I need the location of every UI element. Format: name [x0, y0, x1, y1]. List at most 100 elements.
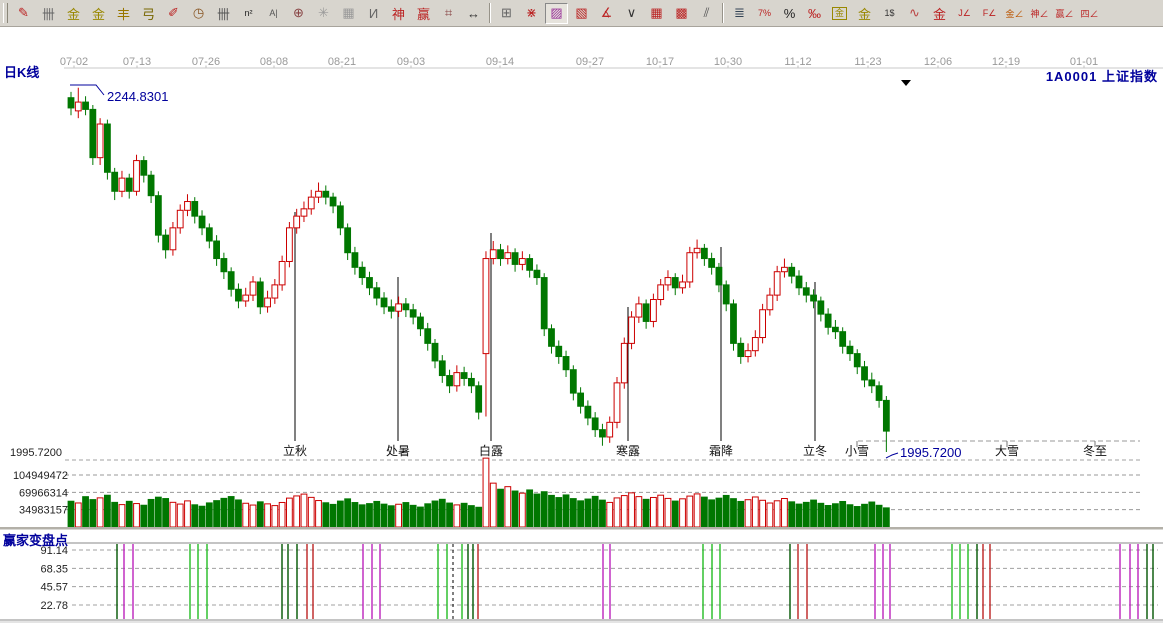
- candle-body: [483, 259, 489, 354]
- volume-bar: [716, 498, 722, 527]
- box-tool-icon[interactable]: ⊞: [495, 3, 518, 24]
- si-angle-icon[interactable]: 四∠: [1078, 3, 1101, 24]
- candle-body: [701, 248, 707, 258]
- candle-body: [447, 376, 453, 386]
- n-square-icon[interactable]: n²: [237, 3, 260, 24]
- candle-body: [672, 278, 678, 288]
- gold-underline-icon[interactable]: 金: [928, 3, 951, 24]
- volume-bar: [782, 499, 788, 527]
- volume-bar: [206, 503, 212, 527]
- mark-pen-icon[interactable]: ✐: [162, 3, 185, 24]
- candle-body: [541, 278, 547, 329]
- volume-bar: [337, 501, 343, 527]
- ying-icon[interactable]: 赢: [412, 3, 435, 24]
- grid-box-gray-icon[interactable]: ▦: [337, 3, 360, 24]
- bottom-axis-label: 22.78: [40, 600, 68, 612]
- volume-axis-label: 34983157: [19, 505, 68, 517]
- percent-icon[interactable]: %: [778, 3, 801, 24]
- fence-icon[interactable]: 丰: [112, 3, 135, 24]
- red-grid2-icon[interactable]: ▩: [670, 3, 693, 24]
- shen-icon[interactable]: 神: [387, 3, 410, 24]
- diagonal-lines-icon[interactable]: ⫽: [695, 3, 718, 24]
- candle-body: [388, 307, 394, 311]
- volume-bar: [454, 505, 460, 527]
- ying-angle-icon[interactable]: 赢∠: [1053, 3, 1076, 24]
- app-window: 日▾∿▤▂▄3▂▄9❘▾级⚑▌◀▶▐◀▶◈◈◈◈◈◈✥+⚲❀❃21▦▤▣◉⊟ ✎…: [0, 0, 1163, 624]
- volume-bar: [498, 489, 504, 527]
- vee-wave-icon[interactable]: ∨: [620, 3, 643, 24]
- volume-bar: [840, 501, 846, 527]
- ruler-123-icon[interactable]: ⌗: [437, 3, 460, 24]
- volume-bar: [854, 507, 860, 527]
- candle-body: [279, 261, 285, 284]
- letter-line-icon[interactable]: A|: [262, 3, 285, 24]
- candle-body: [301, 209, 307, 216]
- shen-angle-icon[interactable]: 神∠: [1028, 3, 1051, 24]
- fan-rays-icon[interactable]: ⋇: [520, 3, 543, 24]
- candle-body: [592, 418, 598, 430]
- volume-bar: [680, 499, 686, 527]
- candle-body: [883, 400, 889, 431]
- candle-body: [505, 253, 511, 259]
- symbol-code: 1A0001: [1046, 69, 1098, 84]
- levels-icon[interactable]: ≣: [728, 3, 751, 24]
- volume-bar: [323, 503, 329, 527]
- fan-box-icon[interactable]: ▨: [545, 3, 568, 24]
- volume-bar: [694, 494, 700, 527]
- j-angle-icon[interactable]: J∠: [953, 3, 976, 24]
- volume-bar: [461, 503, 467, 527]
- volume-bar: [301, 494, 307, 527]
- draw-pen-icon[interactable]: ✎: [12, 3, 35, 24]
- f-angle-icon[interactable]: F∠: [978, 3, 1001, 24]
- candle-body: [847, 346, 853, 353]
- ruler-grid-icon[interactable]: 卌: [212, 3, 235, 24]
- candle-body: [512, 253, 518, 265]
- red-grid-icon[interactable]: ▦: [645, 3, 668, 24]
- candle-body: [803, 288, 809, 295]
- future-term-label: 冬至: [1083, 443, 1107, 458]
- permille-icon[interactable]: ‰: [803, 3, 826, 24]
- volume-bar: [665, 498, 671, 527]
- money-pin-icon[interactable]: 1$: [878, 3, 901, 24]
- future-term-label: 大雪: [995, 444, 1019, 458]
- volume-bar: [519, 493, 525, 527]
- candle-body: [687, 253, 693, 282]
- candle-body: [170, 228, 176, 250]
- grid-lines-icon[interactable]: 卌: [37, 3, 60, 24]
- bow-icon[interactable]: 弓: [137, 3, 160, 24]
- gold-circle-icon[interactable]: 金: [828, 3, 851, 24]
- chart-canvas[interactable]: 07-0207-1307-2608-0808-2109-0309-1409-27…: [0, 54, 1163, 624]
- candle-body: [330, 197, 336, 206]
- wave-gold-icon[interactable]: ∿: [903, 3, 926, 24]
- symbol-title: 1A0001 上证指数: [1046, 66, 1158, 85]
- candle-body: [75, 102, 81, 111]
- volume-bar: [119, 505, 125, 527]
- volume-bar: [549, 495, 555, 527]
- star-burst-icon[interactable]: ✳: [312, 3, 335, 24]
- candle-body: [294, 216, 300, 228]
- fan-box2-icon[interactable]: ▧: [570, 3, 593, 24]
- gold-lines-icon[interactable]: 金: [853, 3, 876, 24]
- volume-bar: [425, 504, 431, 527]
- volume-bar: [862, 504, 868, 527]
- k-mark-icon[interactable]: И: [362, 3, 385, 24]
- gold-angle-icon[interactable]: 金∠: [1003, 3, 1026, 24]
- percent-7-icon[interactable]: 7%: [753, 3, 776, 24]
- bottom-axis-label: 45.57: [40, 582, 68, 594]
- time-cycle-icon[interactable]: ◷: [187, 3, 210, 24]
- candle-body: [621, 343, 627, 382]
- width-measure-icon[interactable]: ↔: [462, 3, 485, 24]
- candle-body: [403, 304, 409, 310]
- candle-body: [425, 329, 431, 344]
- gann-gold-2-icon[interactable]: 金: [87, 3, 110, 24]
- high-value-label: 2244.8301: [107, 89, 168, 104]
- volume-bar: [388, 506, 394, 527]
- circle-cross-icon[interactable]: ⊕: [287, 3, 310, 24]
- gann-gold-1-icon[interactable]: 金: [62, 3, 85, 24]
- angle-fan-icon[interactable]: ∡: [595, 3, 618, 24]
- volume-bar: [83, 497, 89, 527]
- volume-bar: [505, 487, 511, 527]
- candle-body: [527, 259, 533, 271]
- candle-body: [359, 267, 365, 277]
- candle-body: [840, 332, 846, 347]
